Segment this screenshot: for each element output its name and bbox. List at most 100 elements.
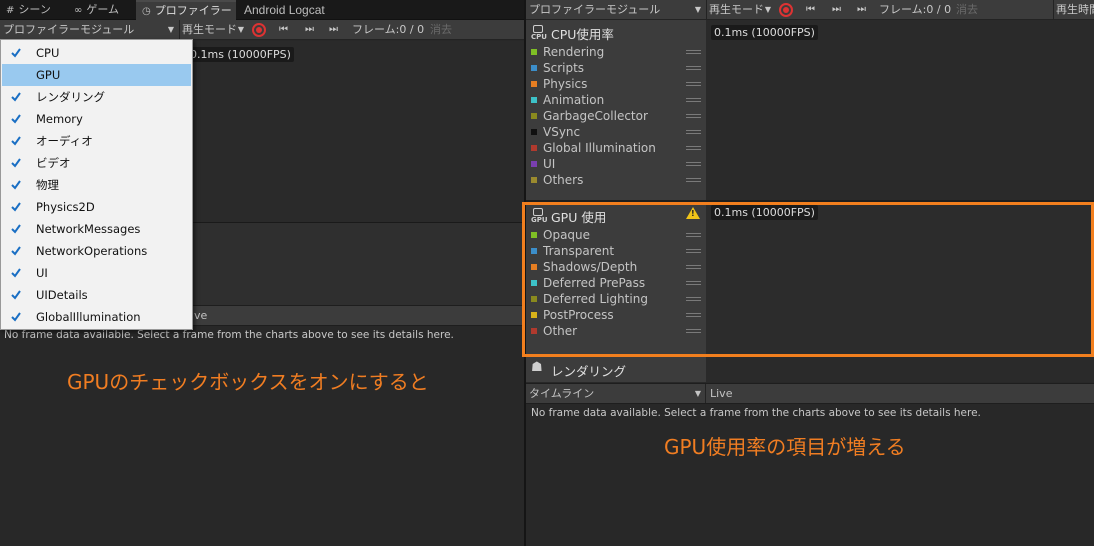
cpu-module-title: CPU使用率 [551, 27, 614, 42]
menu-item[interactable]: GlobalIllumination [2, 306, 191, 328]
rendering-module-panel[interactable]: ☗ レンダリング [526, 356, 706, 382]
menu-item[interactable]: Memory [2, 108, 191, 130]
rendering-icon: ☗ [531, 360, 543, 375]
menu-item[interactable]: オーディオ [2, 130, 191, 152]
clear-button[interactable]: 消去 [956, 0, 978, 20]
series-color-swatch [531, 145, 537, 151]
menu-item-label: 物理 [36, 178, 59, 192]
play-mode-label: 再生モード [182, 23, 237, 36]
dropdown-arrow-icon: ▼ [694, 389, 701, 398]
scene-icon: # [6, 5, 15, 16]
frame-counter: フレーム:0 / 0 [352, 23, 425, 36]
view-mode-label: タイムライン [529, 387, 595, 400]
menu-item[interactable]: UI [2, 262, 191, 284]
live-label-partial: ve [194, 309, 208, 322]
checkmark-icon [10, 306, 22, 328]
record-button[interactable] [252, 23, 266, 37]
checkmark-icon [10, 152, 22, 174]
checkmark-icon [10, 86, 22, 108]
legend-item[interactable]: GarbageCollector [526, 108, 704, 124]
drag-handle-icon[interactable] [686, 80, 701, 88]
drag-handle-icon[interactable] [686, 64, 701, 72]
menu-item[interactable]: Physics2D [2, 196, 191, 218]
drag-handle-icon[interactable] [686, 128, 701, 136]
modules-dropdown[interactable]: プロファイラーモジュール ▼ [529, 0, 703, 20]
toolbar-divider [1053, 0, 1054, 20]
last-frame-icon[interactable]: ⏭ [329, 20, 338, 40]
legend-label: GarbageCollector [543, 109, 648, 123]
dropdown-arrow-icon: ▼ [764, 5, 771, 14]
game-icon: ∞ [74, 5, 83, 16]
legend-item[interactable]: Rendering [526, 44, 704, 60]
checkmark-icon [10, 64, 22, 86]
next-frame-icon[interactable]: ⏭ [832, 0, 841, 20]
legend-label: Others [543, 173, 584, 187]
clear-button[interactable]: 消去 [430, 20, 452, 40]
tab-android-logcat[interactable]: Android Logcat [244, 0, 325, 20]
toolbar-divider [179, 20, 180, 40]
play-mode-dropdown[interactable]: 再生モード ▼ [709, 0, 771, 20]
tab-game[interactable]: ∞ ゲーム [74, 0, 119, 20]
menu-item[interactable]: NetworkOperations [2, 240, 191, 262]
menu-item-label: レンダリング [36, 90, 105, 104]
modules-dropdown[interactable]: プロファイラーモジュール ▼ [3, 20, 177, 40]
dropdown-arrow-icon: ▼ [167, 25, 174, 34]
tab-label: シーン [18, 3, 51, 16]
legend-item[interactable]: VSync [526, 124, 704, 140]
dropdown-arrow-icon: ▼ [237, 25, 244, 34]
series-color-swatch [531, 177, 537, 183]
record-button[interactable] [779, 3, 793, 17]
annotation-left: GPUのチェックボックスをオンにすると [67, 370, 429, 394]
rendering-chart-area[interactable] [706, 356, 1094, 382]
gpu-module-highlight-box [522, 202, 1094, 357]
menu-item[interactable]: NetworkMessages [2, 218, 191, 240]
menu-item[interactable]: CPU [2, 42, 191, 64]
modules-dropdown-label: プロファイラーモジュール [3, 23, 135, 36]
play-mode-dropdown[interactable]: 再生モード ▼ [182, 20, 244, 40]
checkmark-icon [10, 240, 22, 262]
series-color-swatch [531, 113, 537, 119]
checkmark-icon [10, 130, 22, 152]
cpu-chart-area[interactable]: 0.1ms (10000FPS) [706, 20, 1094, 200]
next-frame-icon[interactable]: ⏭ [305, 20, 314, 40]
menu-item-label: オーディオ [36, 134, 93, 148]
tab-profiler[interactable]: ◷ プロファイラー [136, 0, 236, 20]
drag-handle-icon[interactable] [686, 48, 701, 56]
first-frame-icon[interactable]: ⏮ [279, 20, 288, 40]
tab-scene[interactable]: # シーン [6, 0, 51, 20]
series-color-swatch [531, 97, 537, 103]
checkmark-icon [10, 108, 22, 130]
drag-handle-icon[interactable] [686, 112, 701, 120]
menu-item[interactable]: UIDetails [2, 284, 191, 306]
legend-label: VSync [543, 125, 581, 139]
menu-item[interactable]: 物理 [2, 174, 191, 196]
menu-item[interactable]: GPU [2, 64, 191, 86]
checkmark-icon [10, 196, 22, 218]
legend-item[interactable]: Others [526, 172, 704, 188]
cpu-legend: Rendering Scripts Physics Animation GarbageC… [526, 44, 706, 194]
menu-item[interactable]: ビデオ [2, 152, 191, 174]
checkmark-icon [10, 284, 22, 306]
drag-handle-icon[interactable] [686, 144, 701, 152]
drag-handle-icon[interactable] [686, 96, 701, 104]
legend-item[interactable]: Physics [526, 76, 704, 92]
legend-item[interactable]: Scripts [526, 60, 704, 76]
toolbar-divider [706, 0, 707, 20]
modules-menu: CPU GPU レンダリング Memory オーディオ ビデオ 物理 Physics2D Net… [0, 39, 193, 330]
live-toggle[interactable]: Live [710, 384, 732, 403]
menu-item-label: UIDetails [36, 288, 88, 302]
legend-item[interactable]: Animation [526, 92, 704, 108]
menu-item[interactable]: レンダリング [2, 86, 191, 108]
last-frame-icon[interactable]: ⏭ [857, 0, 866, 20]
fps-readout: 0.1ms (10000FPS) [187, 47, 294, 62]
first-frame-icon[interactable]: ⏮ [806, 0, 815, 20]
drag-handle-icon[interactable] [686, 160, 701, 168]
legend-label: Animation [543, 93, 605, 107]
cpu-module-panel[interactable]: CPU CPU使用率 Rendering Scripts Physics Animat… [526, 20, 706, 200]
detail-toolbar: タイムライン ▼ Live [526, 383, 1094, 404]
legend-item[interactable]: Global Illumination [526, 140, 704, 156]
drag-handle-icon[interactable] [686, 176, 701, 184]
menu-item-label: NetworkOperations [36, 244, 148, 258]
view-mode-dropdown[interactable]: タイムライン ▼ [529, 384, 703, 403]
legend-item[interactable]: UI [526, 156, 704, 172]
